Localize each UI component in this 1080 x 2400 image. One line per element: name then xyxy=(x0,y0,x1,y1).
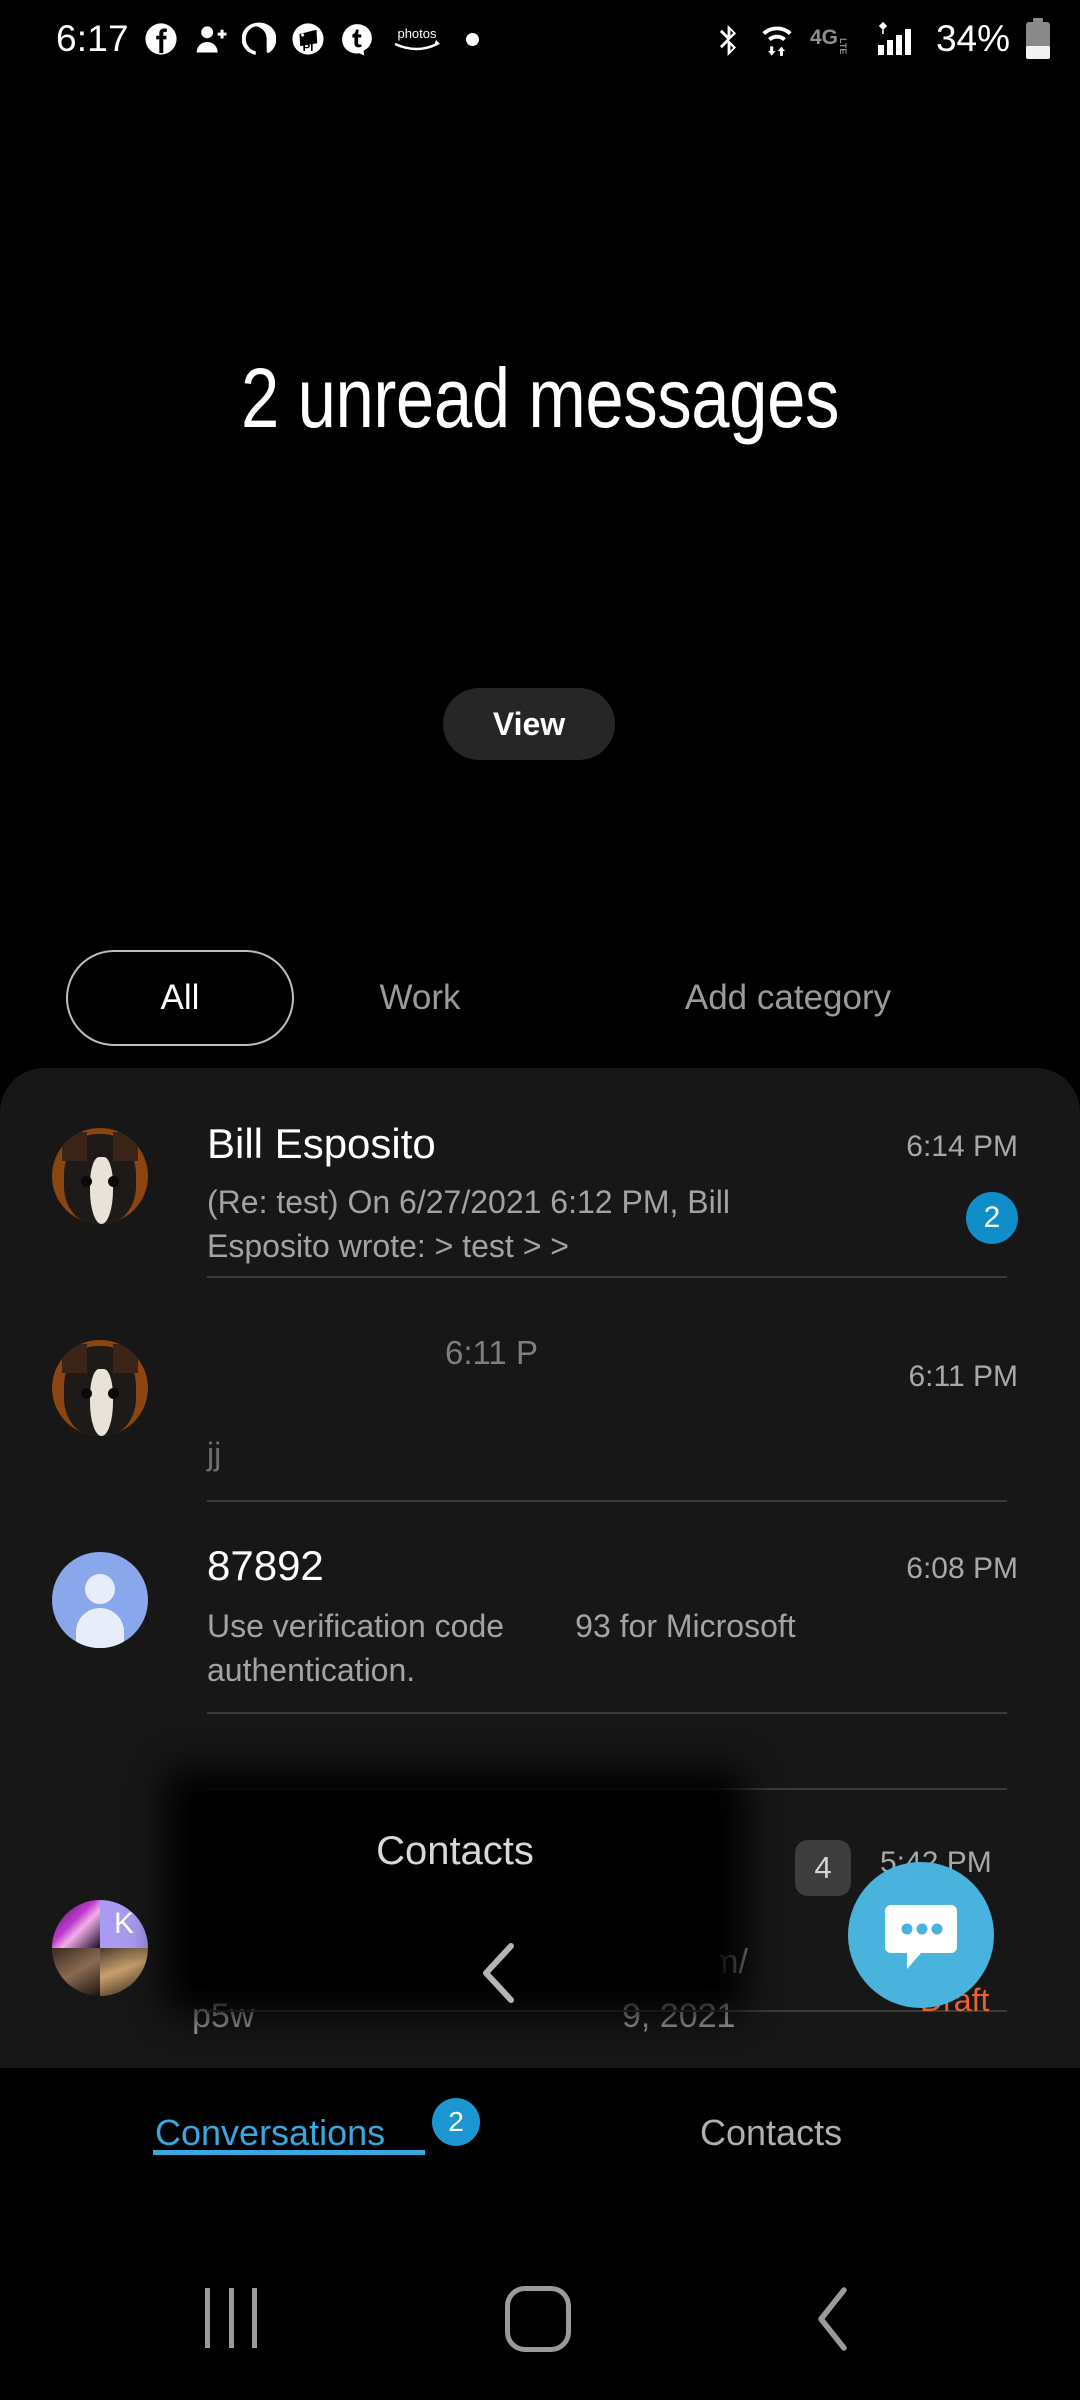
battery-icon xyxy=(1026,18,1050,59)
bottom-tab-conversations[interactable]: Conversations xyxy=(155,2112,385,2154)
message-count-badge: 4 xyxy=(795,1840,851,1896)
dot-indicator-icon xyxy=(465,32,479,46)
avatar xyxy=(52,1552,148,1648)
status-bar: 6:17 PI photos 4G LTE 34% xyxy=(0,0,1080,78)
conversation-row-87892[interactable]: 87892 6:08 PM Use verification code 93 f… xyxy=(0,1500,1080,1732)
bluetooth-icon xyxy=(719,24,737,56)
signal-bars-icon xyxy=(877,21,911,55)
amazon-photos-label: photos xyxy=(397,26,437,41)
conversation-preview: Use verification code 93 for Microsoft a… xyxy=(207,1608,805,1688)
conversation-preview: (Re: test) On 6/27/2021 6:12 PM, Bill Es… xyxy=(207,1184,730,1264)
row-divider xyxy=(207,1712,1007,1714)
wifi-icon xyxy=(762,26,792,56)
status-bar-clock: 6:17 xyxy=(56,18,129,59)
tumblr-icon xyxy=(341,24,372,56)
avatar xyxy=(52,1340,148,1436)
phone-screen: 6:17 PI photos 4G LTE 34% 2 unread messa… xyxy=(0,0,1080,2400)
transition-overlay-panel: Contacts xyxy=(190,1793,720,1990)
chevron-left-icon[interactable] xyxy=(478,1940,524,2006)
conversation-preview: jj xyxy=(207,1436,222,1472)
4glte-icon: 4G LTE xyxy=(810,26,848,54)
conversation-time: 6:11 PM xyxy=(908,1360,1019,1393)
unread-header: 2 unread messages View xyxy=(0,110,1080,760)
home-icon[interactable] xyxy=(505,2286,571,2352)
bottom-tab-contacts[interactable]: Contacts xyxy=(700,2112,842,2154)
avatar: K xyxy=(52,1900,148,1996)
avatar-quadrant-3 xyxy=(52,1948,100,1996)
row-divider xyxy=(207,2010,1007,2012)
conversation-row-animating[interactable]: 6:11 P 6:11 PM jj xyxy=(0,1278,1080,1508)
battery-percent-label: 34% xyxy=(935,18,1010,59)
network-sub-label: LTE xyxy=(838,38,848,54)
row-divider xyxy=(207,1788,1007,1790)
page-title: 2 unread messages xyxy=(240,351,840,445)
android-nav-bar xyxy=(0,2240,1080,2400)
recents-icon[interactable] xyxy=(205,2288,257,2348)
new-conversation-fab[interactable] xyxy=(848,1862,994,2008)
view-button[interactable]: View xyxy=(443,688,615,760)
status-bar-left: 6:17 PI photos xyxy=(56,18,479,60)
dog-photo-avatar xyxy=(52,1128,148,1224)
tab-add-category[interactable]: Add category xyxy=(578,950,998,1046)
add-person-icon xyxy=(196,26,227,53)
bottom-tab-bar: Conversations Contacts xyxy=(0,2068,1080,2228)
dog-photo-avatar xyxy=(52,1340,148,1436)
group-4-quadrant-avatar: K xyxy=(52,1900,148,1996)
network-label: 4G xyxy=(810,26,838,49)
conversation-name: 87892 xyxy=(207,1542,324,1589)
overlay-title: Contacts xyxy=(376,1829,534,1873)
new-message-bubble-icon xyxy=(885,1905,957,1969)
avatar xyxy=(52,1128,148,1224)
facebook-icon xyxy=(145,23,177,55)
pi-badge-icon: PI xyxy=(292,23,324,55)
action-bar xyxy=(0,775,1080,1620)
conversation-name: Bill Esposito xyxy=(207,1120,436,1167)
avatar-quadrant-4 xyxy=(100,1948,148,1996)
tab-work[interactable]: Work xyxy=(330,950,510,1046)
avatar-quadrant-1 xyxy=(52,1900,100,1948)
conversation-time: 6:14 PM xyxy=(906,1130,1018,1163)
conversations-unread-badge: 2 xyxy=(432,2098,480,2146)
conversation-row-bill-esposito[interactable]: Bill Esposito 6:14 PM (Re: test) On 6/27… xyxy=(0,1068,1080,1300)
status-bar-right: 4G LTE 34% xyxy=(712,17,1052,61)
category-tabs: All Work Add category xyxy=(0,950,1080,1060)
ghost-time-label: 6:11 P xyxy=(445,1334,538,1371)
amazon-photos-icon: photos xyxy=(394,26,440,51)
active-tab-underline xyxy=(153,2150,425,2155)
default-person-avatar xyxy=(52,1552,148,1648)
svg-text:PI: PI xyxy=(302,42,313,54)
unread-badge: 2 xyxy=(966,1192,1018,1244)
tab-all[interactable]: All xyxy=(66,950,294,1046)
conversation-preview-fragment-5: p5w xyxy=(192,1997,255,2035)
back-icon[interactable] xyxy=(810,2284,858,2354)
conversation-time: 6:08 PM xyxy=(906,1552,1018,1585)
alexa-circle-icon xyxy=(241,22,276,55)
conversation-preview-fragment-3: 9, 2021 xyxy=(622,1997,736,2035)
avatar-quadrant-letter: K xyxy=(100,1900,148,1948)
